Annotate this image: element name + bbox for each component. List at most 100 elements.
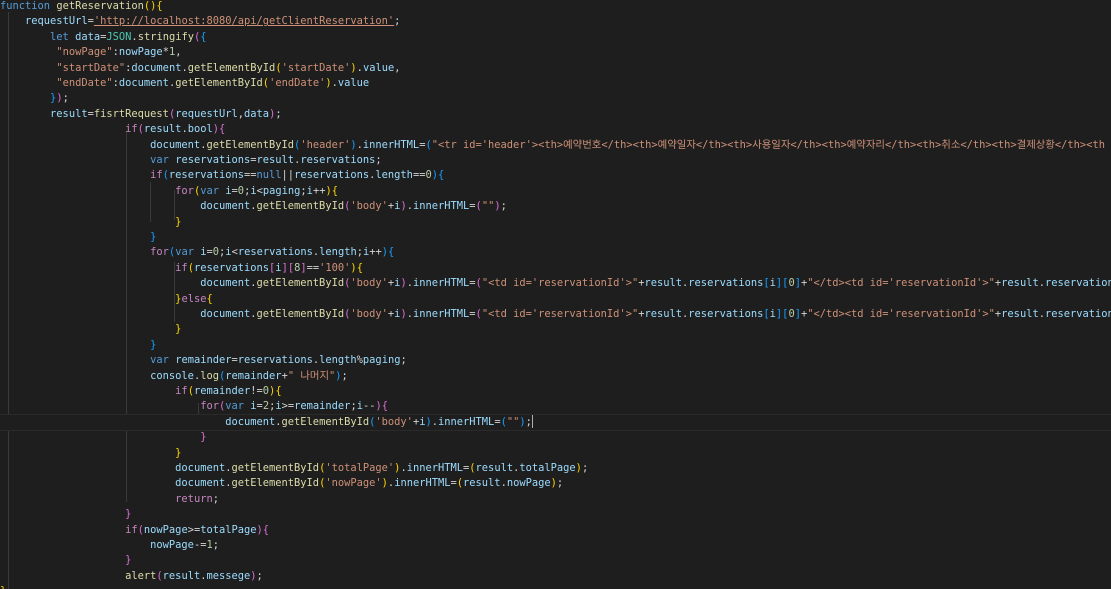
code-token: ; [394, 15, 401, 28]
code-token: "<td id='reservationId'>" [481, 308, 639, 320]
code-line[interactable]: function getReservation(){ [0, 0, 1111, 14]
code-line[interactable]: } [0, 322, 1111, 337]
code-token: { [438, 169, 445, 182]
code-line[interactable]: } [0, 215, 1111, 230]
code-token: let [50, 30, 69, 43]
code-token: value [362, 61, 395, 74]
code-token: reservations [193, 261, 270, 274]
code-line[interactable]: } [0, 507, 1111, 522]
code-line[interactable]: if(nowPage>=totalPage){ [0, 523, 1111, 538]
code-token: result [162, 569, 201, 582]
code-line[interactable]: for(var i=2;i>=remainder;i--){ [0, 399, 1111, 414]
code-token: remainder [225, 369, 282, 382]
code-token: value [337, 77, 370, 89]
code-line[interactable]: var reservations=result.reservations; [0, 153, 1111, 168]
code-line[interactable]: }); [0, 91, 1111, 106]
code-line[interactable]: for(var i=0;i<reservations.length;i++){ [0, 245, 1111, 260]
code-token: var [225, 400, 245, 413]
code-line[interactable]: if(reservations[i][8]=='100'){ [0, 261, 1111, 276]
code-line[interactable]: }else{ [0, 292, 1111, 307]
code-line[interactable]: document.getElementById('header').innerH… [0, 138, 1111, 153]
code-token: result [50, 107, 88, 120]
code-token: { [219, 123, 226, 136]
code-line[interactable]: if(reservations==null||reservations.leng… [0, 168, 1111, 183]
code-editor[interactable]: function getReservation(){ requestUrl='h… [0, 0, 1111, 589]
code-token: 'http://localhost:8080/api/getClientRese… [93, 15, 395, 28]
code-token: result [143, 123, 182, 136]
code-line[interactable]: for(var i=0;i<paging;i++){ [0, 184, 1111, 199]
code-line[interactable]: result=fisrtRequest(requestUrl,data); [0, 107, 1111, 122]
code-line[interactable]: } [0, 584, 1111, 589]
code-line[interactable]: document.getElementById('nowPage').inner… [0, 476, 1111, 491]
code-token: (){ [143, 0, 163, 12]
code-token: } [125, 554, 132, 567]
code-line[interactable]: document.getElementById('body'+i).innerH… [0, 199, 1111, 214]
code-token: totalPage [519, 462, 576, 474]
code-line[interactable]: if(result.bool){ [0, 122, 1111, 137]
code-token: null [256, 169, 282, 182]
code-token: "" [481, 200, 495, 213]
code-line[interactable]: "endDate":document.getElementById('endDa… [0, 76, 1111, 91]
code-token: { [388, 246, 395, 259]
code-token: } [175, 446, 182, 459]
code-token: getElementById [281, 415, 370, 428]
code-token: reservations [175, 154, 251, 166]
code-line[interactable]: } [0, 553, 1111, 568]
code-token: return [175, 492, 213, 505]
code-token: ; [341, 369, 348, 382]
code-token: } [175, 215, 182, 228]
code-token: ; [400, 354, 407, 367]
code-line[interactable]: } [0, 446, 1111, 461]
code-token: "endDate" [56, 77, 113, 89]
code-line[interactable]: nowPage-=1; [0, 538, 1111, 553]
code-token: if [150, 169, 163, 182]
code-token: innerHTML [412, 308, 470, 320]
code-token: fisrtRequest [93, 107, 169, 120]
code-line[interactable]: } [0, 230, 1111, 245]
code-token: ++ [312, 184, 326, 197]
code-line[interactable]: return; [0, 492, 1111, 507]
code-line[interactable]: var remainder=reservations.length%paging… [0, 353, 1111, 368]
code-token: result [644, 308, 683, 320]
code-line[interactable]: } [0, 430, 1111, 445]
code-line[interactable]: document.getElementById('totalPage').inn… [0, 461, 1111, 476]
code-line[interactable]: } [0, 338, 1111, 353]
code-token: ; [581, 462, 589, 474]
code-token: messege [206, 569, 251, 582]
code-token: 'nowPage' [325, 477, 382, 490]
code-token: ; [212, 492, 219, 505]
code-line[interactable]: document.getElementById('body'+i).innerH… [0, 413, 1111, 431]
code-token: 'body' [350, 200, 388, 213]
code-token: var [150, 354, 169, 367]
code-token: reservations [1044, 308, 1111, 320]
code-token: ; [256, 569, 263, 582]
code-line[interactable]: let data=JSON.stringify({ [0, 30, 1111, 45]
code-line[interactable]: "nowPage":nowPage*1, [0, 45, 1111, 60]
code-line[interactable]: document.getElementById('body'+i).innerH… [0, 307, 1111, 322]
code-token: paging [362, 354, 401, 367]
code-token: "startDate" [56, 61, 126, 74]
code-line[interactable]: document.getElementById('body'+i).innerH… [0, 276, 1111, 291]
code-line[interactable]: requestUrl='http://localhost:8080/api/ge… [0, 14, 1111, 29]
code-line[interactable]: console.log(remainder+" 나머지"); [0, 369, 1111, 384]
code-token: == [412, 169, 426, 182]
code-token: reservations [237, 246, 313, 259]
code-line[interactable]: if(remainder!=0){ [0, 384, 1111, 399]
code-token: document [118, 77, 169, 89]
code-line[interactable]: "startDate":document.getElementById('sta… [0, 61, 1111, 76]
code-line[interactable]: alert(result.messege); [0, 569, 1111, 584]
